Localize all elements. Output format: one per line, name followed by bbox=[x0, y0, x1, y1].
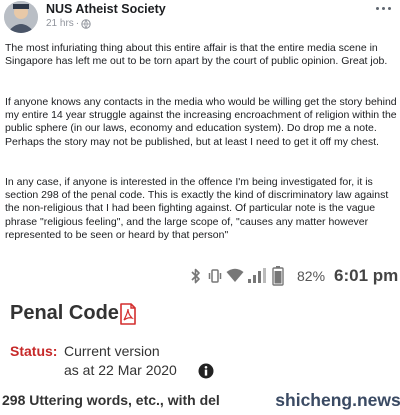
info-icon[interactable] bbox=[198, 363, 214, 379]
section-heading[interactable]: 298 Uttering words, etc., with del bbox=[2, 392, 302, 408]
more-options-icon[interactable] bbox=[372, 2, 394, 14]
status-bar: 82% 6:01 pm bbox=[0, 258, 400, 292]
signal-icon bbox=[248, 268, 266, 289]
post-paragraph-3: In any case, if anyone is interested in … bbox=[5, 176, 389, 241]
avatar[interactable] bbox=[4, 1, 38, 33]
post-paragraph-2: If anyone knows any contacts in the medi… bbox=[5, 96, 397, 148]
document-title: Penal Code bbox=[10, 302, 119, 324]
clock-time: 6:01 pm bbox=[334, 266, 399, 285]
vibrate-icon bbox=[208, 268, 222, 289]
status-date: as at 22 Mar 2020 bbox=[64, 362, 177, 378]
post-paragraph-1: The most infuriating thing about this en… bbox=[5, 42, 388, 68]
post-header: NUS Atheist Society 21 hrs · bbox=[4, 0, 396, 34]
battery-icon bbox=[272, 266, 284, 291]
bluetooth-icon bbox=[190, 268, 202, 289]
battery-percentage: 82% bbox=[297, 268, 326, 284]
post-author[interactable]: NUS Atheist Society bbox=[46, 2, 166, 16]
meta-separator: · bbox=[75, 18, 80, 29]
globe-icon bbox=[81, 18, 91, 29]
facebook-post: NUS Atheist Society 21 hrs · The most in… bbox=[0, 0, 400, 258]
wifi-icon bbox=[226, 268, 244, 288]
pdf-icon[interactable] bbox=[119, 303, 137, 325]
watermark: shicheng.news bbox=[275, 385, 400, 415]
post-meta: 21 hrs · bbox=[46, 18, 91, 29]
status-value: Current version bbox=[64, 343, 160, 359]
status-label: Status: bbox=[10, 343, 58, 359]
post-time[interactable]: 21 hrs bbox=[46, 18, 74, 29]
